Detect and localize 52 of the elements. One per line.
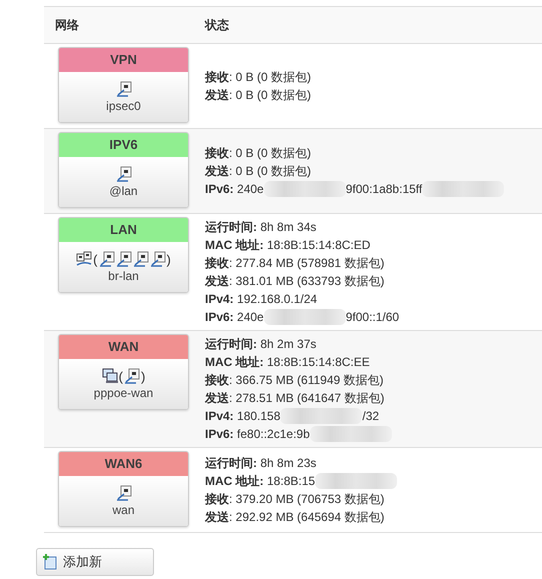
status-text: MAC 地址: 18:8B:15:14:8C:EE — [205, 354, 370, 371]
bracket-text: ) — [166, 252, 171, 266]
network-port-icon — [124, 368, 140, 384]
network-port-icon — [98, 251, 114, 267]
bracket-text: ( — [118, 368, 123, 384]
column-header: 状态 — [204, 16, 229, 34]
status-text: 接收: 379.20 MB (706753 数据包) — [205, 491, 384, 508]
status-text: IPv6: fe80::2c1e:9b — [205, 426, 310, 443]
bracket-text: ( — [93, 252, 98, 266]
status-text: 9f00::1/60 — [346, 309, 400, 326]
add-button[interactable]: 添加新 — [36, 548, 154, 576]
status-text: 发送: 381.01 MB (633793 数据包) — [205, 273, 384, 290]
status-text: 发送: 278.51 MB (641647 数据包) — [205, 390, 384, 407]
device-name: pppoe-wan — [94, 386, 154, 400]
add-document-icon — [43, 554, 57, 570]
status-text: 运行时间: 8h 8m 34s — [205, 219, 316, 236]
status-text: MAC 地址: 18:8B:15 — [205, 473, 316, 490]
status-text: IPv6: 240e — [205, 309, 264, 326]
computer-icon — [102, 368, 118, 384]
bridge-icon — [76, 251, 92, 267]
column-header: 网络 — [54, 16, 80, 34]
interface-name: LAN — [59, 218, 188, 242]
interface-name: WAN6 — [59, 452, 188, 476]
status-text: 发送: 292.92 MB (645694 数据包) — [205, 509, 384, 526]
device-name: ipsec0 — [106, 99, 141, 113]
status-text: 发送: 0 B (0 数据包) — [205, 163, 312, 180]
status-text: IPv4: 192.168.0.1/24 — [205, 291, 318, 308]
status-text: IPv6: 240e — [205, 181, 264, 198]
status-text: 运行时间: 8h 2m 37s — [205, 336, 316, 353]
bracket-text: ) — [141, 368, 146, 384]
status-text: 接收: 0 B (0 数据包) — [205, 145, 312, 162]
status-text: /32 — [362, 408, 380, 425]
status-text: 发送: 0 B (0 数据包) — [205, 87, 312, 104]
status-text: 9f00:1a8b:15ff — [346, 181, 422, 198]
status-text: 运行时间: 8h 8m 23s — [205, 455, 316, 472]
status-text: 接收: 366.75 MB (611949 数据包) — [205, 372, 384, 389]
interface-name: IPV6 — [59, 133, 188, 157]
device-name: wan — [112, 503, 134, 517]
status-text: IPv4: 180.158 — [205, 408, 280, 425]
interface-name: WAN — [59, 335, 188, 359]
device-name: br-lan — [108, 269, 139, 283]
network-port-icon — [116, 81, 132, 97]
network-port-icon — [132, 251, 148, 267]
status-text: 接收: 277.84 MB (578981 数据包) — [205, 255, 384, 272]
status-text: 接收: 0 B (0 数据包) — [205, 69, 312, 86]
network-port-icon — [116, 251, 132, 267]
status-text: MAC 地址: 18:8B:15:14:8C:ED — [205, 237, 370, 254]
interface-name: VPN — [59, 48, 188, 72]
device-name: @lan — [109, 184, 138, 198]
network-port-icon — [116, 166, 132, 182]
network-port-icon — [150, 251, 166, 267]
network-port-icon — [116, 485, 132, 501]
